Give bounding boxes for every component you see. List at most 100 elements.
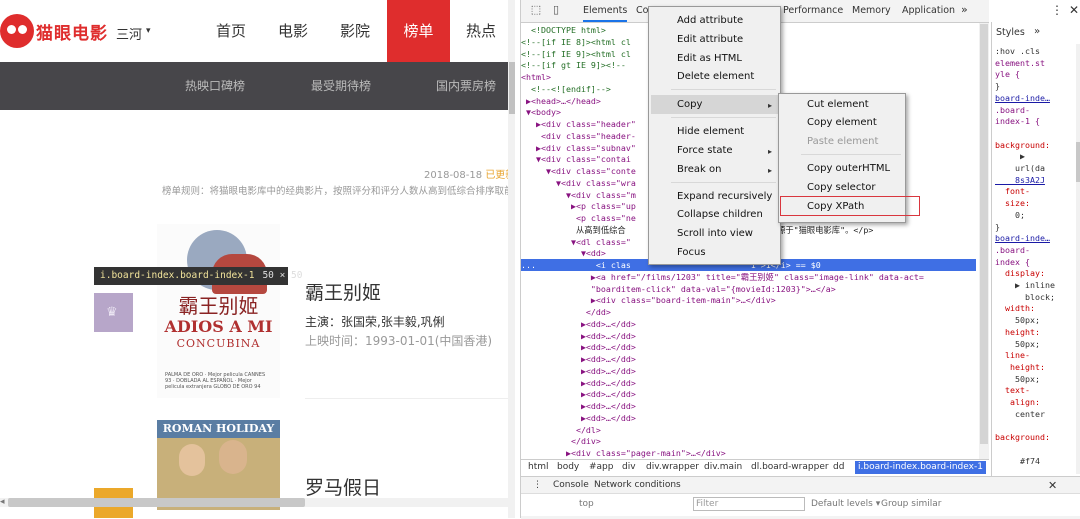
drawer-tab-console[interactable]: Console — [553, 480, 589, 490]
dom-node-line[interactable]: ▶<div class="header" — [521, 118, 636, 130]
tab-styles[interactable]: Styles — [996, 27, 1025, 38]
dom-node-line[interactable]: ▶<dd>…</dd> — [521, 412, 636, 424]
scroll-left-arrow-icon[interactable]: ◂ — [0, 497, 5, 507]
drawer-tab-network-conditions[interactable]: Network conditions — [594, 480, 681, 490]
subnav-most-expected[interactable]: 最受期待榜 — [311, 62, 371, 110]
dom-node-line[interactable]: ▶<div class="subnav" — [521, 142, 636, 154]
subnav-hot-reputation[interactable]: 热映口碑榜 — [185, 62, 245, 110]
dom-node-line[interactable]: <!--[if IE 9]><html cl — [521, 48, 631, 60]
menu-cut-element[interactable]: Cut element — [807, 96, 869, 114]
dom-node-line[interactable]: ▶<div class="board-item-main">…</div> — [521, 294, 776, 306]
menu-collapse-children[interactable]: Collapse children — [677, 206, 763, 224]
dom-node-line[interactable]: ▼<body> — [521, 106, 561, 118]
dom-node-line[interactable]: ▼<dd> — [521, 247, 606, 259]
dom-node-line[interactable]: </div> — [521, 435, 601, 447]
menu-copy[interactable]: Copy — [677, 96, 702, 114]
console-levels-select[interactable]: Default levels ▾ — [811, 499, 880, 509]
menu-break-on[interactable]: Break on — [677, 161, 721, 179]
menu-edit-as-html[interactable]: Edit as HTML — [677, 50, 742, 68]
maoyan-logo-icon[interactable] — [0, 14, 34, 48]
nav-hot[interactable]: 热点 — [450, 0, 512, 62]
tab-console[interactable]: Co — [636, 0, 648, 22]
dom-tree-scroll-thumb[interactable] — [980, 24, 988, 444]
device-icon[interactable]: ▯ — [550, 4, 562, 16]
styles-scrollbar[interactable] — [1076, 44, 1080, 474]
inspect-icon[interactable]: ⬚ — [530, 4, 542, 16]
dom-node-line[interactable]: ▼<div class="m — [521, 189, 636, 201]
menu-scroll-into-view[interactable]: Scroll into view — [677, 225, 753, 243]
styles-scroll-thumb[interactable] — [1076, 142, 1080, 182]
hscroll-thumb[interactable] — [8, 498, 305, 507]
menu-hide-element[interactable]: Hide element — [677, 123, 744, 141]
dom-node-line[interactable]: ▶<div class="pager-main">…</div> — [521, 447, 726, 459]
group-similar-checkbox[interactable]: Group similar — [881, 499, 941, 509]
nav-cinemas[interactable]: 影院 — [324, 0, 386, 62]
breadcrumb-item-selected[interactable]: i.board-index.board-index-1 — [855, 461, 986, 474]
menu-add-attribute[interactable]: Add attribute — [677, 12, 743, 30]
console-filter-input[interactable]: Filter — [693, 497, 805, 511]
poster-farewell-my-concubine[interactable]: 霸王别姬 ADIOS A MI CONCUBINA PALMA DE ORO ·… — [157, 224, 280, 398]
styles-more-icon[interactable]: » — [1034, 26, 1040, 37]
dom-node-line[interactable]: ▶<head>…</head> — [521, 95, 601, 107]
dom-node-line[interactable]: ▶<a href="/films/1203" title="霸王别姬" clas… — [521, 271, 924, 283]
breadcrumb-item[interactable]: #app — [589, 462, 613, 472]
breadcrumb-item[interactable]: dl.board-wrapper — [751, 462, 829, 472]
dom-node-line[interactable]: <!--[if IE 8]><html cl — [521, 36, 631, 48]
breadcrumb-item[interactable]: div.main — [704, 462, 742, 472]
horizontal-scrollbar[interactable]: ◂ — [0, 494, 515, 518]
dom-node-line[interactable]: </dl> — [521, 424, 601, 436]
dom-node-line[interactable]: </dd> — [521, 306, 611, 318]
menu-edit-attribute[interactable]: Edit attribute — [677, 31, 743, 49]
city-selector[interactable]: 三河 — [116, 24, 142, 43]
dom-node-line[interactable]: <!--[if gt IE 9]><!-- — [521, 59, 626, 71]
dom-node-line[interactable]: ▶<dd>…</dd> — [521, 400, 636, 412]
dom-node-line[interactable]: ▼<div class="conte — [521, 165, 636, 177]
dom-node-line[interactable]: <!DOCTYPE html> — [521, 24, 606, 36]
breadcrumb-item[interactable]: div — [622, 462, 636, 472]
breadcrumb-item[interactable]: dd — [833, 462, 844, 472]
console-context-select[interactable]: top — [579, 499, 594, 509]
menu-force-state[interactable]: Force state — [677, 142, 733, 160]
nav-movies[interactable]: 电影 — [262, 0, 324, 62]
tab-application[interactable]: Application — [902, 0, 955, 22]
more-tabs-icon[interactable]: » — [961, 3, 968, 16]
tab-elements[interactable]: Elements — [583, 0, 628, 22]
dom-node-line[interactable]: ▶<dd>…</dd> — [521, 377, 636, 389]
dom-node-line[interactable]: "boarditem-click" data-val="{movieId:120… — [521, 283, 836, 295]
subnav-domestic-box-office[interactable]: 国内票房榜 — [436, 62, 496, 110]
dom-node-line[interactable]: <html> — [521, 71, 551, 83]
dom-node-line[interactable]: ▶<dd>…</dd> — [521, 388, 636, 400]
movie-title-1[interactable]: 霸王别姬 — [305, 278, 381, 305]
breadcrumb-item[interactable]: body — [557, 462, 579, 472]
menu-delete-element[interactable]: Delete element — [677, 68, 754, 86]
dom-node-line[interactable]: <div class="header- — [521, 130, 636, 142]
dom-node-line[interactable]: ▶<dd>…</dd> — [521, 330, 636, 342]
board-index-highlight[interactable]: ♛ — [94, 293, 133, 332]
devtools-close-icon[interactable]: ✕ — [1069, 3, 1079, 17]
tab-memory[interactable]: Memory — [852, 0, 891, 22]
brand-name[interactable]: 猫眼电影 — [36, 19, 108, 44]
dom-node-line[interactable]: ▶<dd>…</dd> — [521, 365, 636, 377]
vscroll-thumb[interactable] — [509, 62, 515, 114]
menu-expand-recursively[interactable]: Expand recursively — [677, 188, 772, 206]
nav-home[interactable]: 首页 — [200, 0, 262, 62]
drawer-close-icon[interactable]: ✕ — [1048, 479, 1057, 492]
breadcrumb-item[interactable]: html — [528, 462, 549, 472]
dom-node-line[interactable]: ▼<dl class=" — [521, 236, 631, 248]
nav-rankings[interactable]: 榜单 — [387, 0, 450, 62]
tab-performance[interactable]: Performance — [783, 0, 843, 22]
dom-node-line[interactable]: ▶<dd>…</dd> — [521, 341, 636, 353]
menu-copy-element[interactable]: Copy element — [807, 114, 877, 132]
dom-node-line[interactable]: <!--<![endif]--> — [521, 83, 611, 95]
dom-node-line[interactable]: ▼<div class="wra — [521, 177, 636, 189]
menu-focus[interactable]: Focus — [677, 244, 706, 262]
breadcrumb-item[interactable]: div.wrapper — [646, 462, 699, 472]
drawer-menu-icon[interactable]: ⋮ — [533, 480, 542, 490]
devtools-menu-icon[interactable]: ⋮ — [1051, 3, 1063, 17]
dom-node-line[interactable]: ▶<dd>…</dd> — [521, 353, 636, 365]
dom-node-line[interactable]: ▶<p class="up — [521, 200, 636, 212]
menu-copy-outerhtml[interactable]: Copy outerHTML — [807, 160, 890, 178]
dom-node-line[interactable]: ▼<div class="contai — [521, 153, 631, 165]
dom-node-line[interactable]: ▶<dd>…</dd> — [521, 318, 636, 330]
menu-copy-selector[interactable]: Copy selector — [807, 179, 876, 197]
